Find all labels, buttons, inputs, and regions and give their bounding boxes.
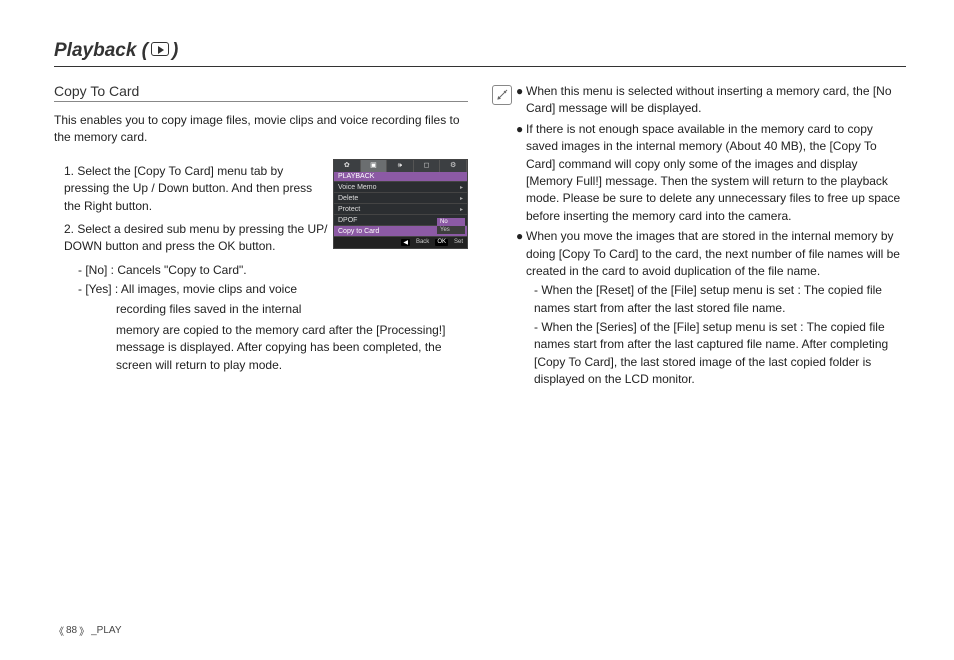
camera-menu-screenshot: ✿ ▣ 🕪 ◻ ⚙ PLAYBACK Voice Memo ▸ Delete ▸ P… (333, 159, 468, 249)
intro-text: This enables you to copy image files, mo… (54, 112, 468, 147)
camera-back-icon: ◀ (401, 239, 410, 246)
camera-set-label: Set (454, 239, 463, 246)
camera-tab-bar: ✿ ▣ 🕪 ◻ ⚙ (334, 160, 467, 172)
camera-tab-1: ✿ (334, 160, 361, 172)
camera-menu-head: PLAYBACK (334, 172, 467, 181)
footer-bracket-close: 》 (79, 623, 89, 638)
left-column: Copy To Card This enables you to copy im… (54, 83, 468, 392)
camera-tab-play: ▣ (361, 160, 388, 172)
section-heading: Copy To Card (54, 83, 468, 102)
camera-submenu: No Yes (437, 218, 465, 234)
footer-page-number: 88 (66, 625, 77, 636)
camera-row-label: Voice Memo (338, 184, 377, 191)
step-2: 2. Select a desired sub menu by pressing… (64, 222, 327, 253)
note-body: ●When this menu is selected without inse… (516, 83, 906, 392)
chevron-right-icon: ▸ (460, 195, 463, 202)
camera-tab-5: ⚙ (440, 160, 467, 172)
camera-row-label: DPOF (338, 217, 357, 224)
note-bullet-3-sub2: - When the [Series] of the [File] setup … (526, 319, 906, 389)
title-prefix: Playback ( (54, 40, 148, 62)
camera-row-label: Protect (338, 206, 360, 213)
camera-footer: ◀ Back OK Set (334, 236, 467, 248)
camera-row-protect: Protect ▸ (334, 203, 467, 214)
step-1: 1. Select the [Copy To Card] menu tab by… (64, 164, 312, 213)
step-2-yes-b: recording files saved in the internal (64, 301, 468, 318)
play-icon (151, 42, 169, 56)
camera-row-voice-memo: Voice Memo ▸ (334, 181, 467, 192)
title-suffix: ) (172, 40, 178, 62)
chevron-right-icon: ▸ (460, 206, 463, 213)
note-bullet-2: If there is not enough space available i… (526, 121, 906, 225)
step-2-yes-c: memory are copied to the memory card aft… (64, 322, 468, 374)
note-bullet-3-sub1: - When the [Reset] of the [File] setup m… (526, 282, 906, 317)
right-column: ●When this menu is selected without inse… (492, 83, 906, 392)
note-bullet-1: When this menu is selected without inser… (526, 83, 906, 118)
page-footer: 《 88 》 _PLAY (54, 623, 122, 638)
step-2-no: - [No] : Cancels "Copy to Card". (64, 262, 468, 279)
camera-row-label: Copy to Card (338, 228, 379, 235)
note-bullet-3-text: When you move the images that are stored… (526, 229, 900, 278)
camera-option-yes: Yes (437, 226, 465, 234)
camera-ok-icon: OK (435, 239, 448, 246)
footer-section: _PLAY (91, 625, 121, 636)
step-2-yes-a: - [Yes] : All images, movie clips and vo… (64, 281, 468, 298)
note-icon (492, 85, 512, 105)
camera-tab-4: ◻ (414, 160, 441, 172)
chevron-right-icon: ▸ (460, 184, 463, 191)
camera-row-label: Delete (338, 195, 358, 202)
camera-option-no: No (437, 218, 465, 226)
footer-bracket-open: 《 (54, 623, 64, 638)
camera-back-label: Back (416, 239, 429, 246)
page-title: Playback ( ) (54, 40, 906, 67)
note-bullet-3: When you move the images that are stored… (526, 228, 906, 389)
camera-tab-3: 🕪 (387, 160, 414, 172)
camera-row-delete: Delete ▸ (334, 192, 467, 203)
